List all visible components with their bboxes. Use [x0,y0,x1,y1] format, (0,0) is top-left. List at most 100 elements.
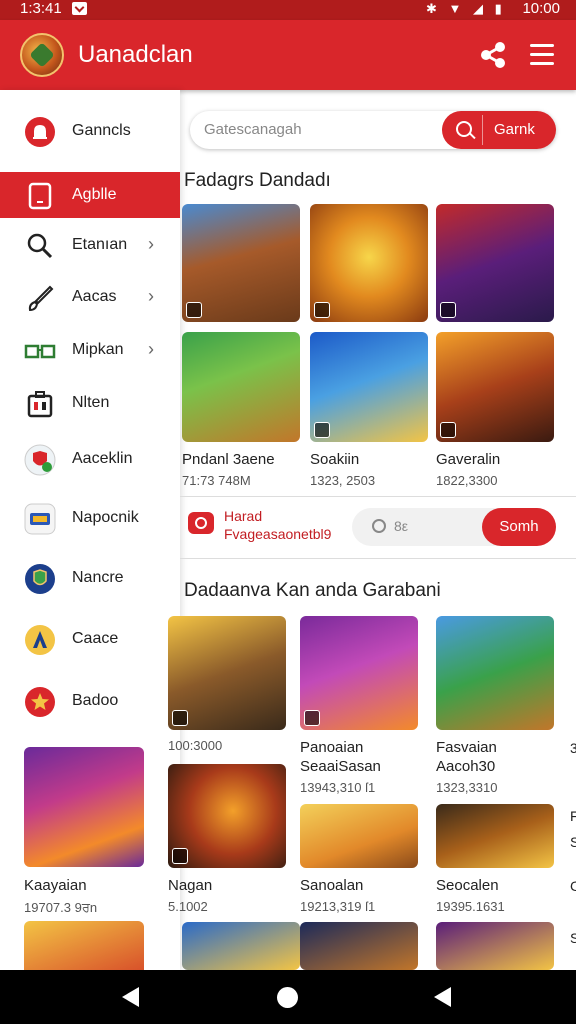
game-card[interactable]: Gaveralin 1822,3300 [436,332,554,488]
sidebar-item-aaceklin[interactable]: Aaceklin [0,436,180,482]
status-time-left: 1:3:41 [20,0,62,17]
game-thumbnail [182,922,300,970]
game-thumbnail [436,616,554,730]
game-thumbnail [300,922,418,970]
sidebar-item-etanian[interactable]: Etanıan › [0,222,180,268]
chevron-right-icon: › [148,339,154,359]
game-name: Kaayaian [24,877,87,894]
sidebar-item-napocnik[interactable]: Napocnik [0,495,180,541]
chevron-right-icon: › [148,234,154,254]
game-thumbnail [182,204,300,322]
sidebar-item-nancre[interactable]: Nancre [0,555,180,601]
search-icon [372,519,386,533]
promo-field-text: 8ε [394,518,409,534]
game-name: Fasvaian Aacoh30 [436,739,497,775]
notification-icon [72,2,87,15]
game-card[interactable]: Seocalen 19395.1631 [436,804,554,914]
game-card[interactable]: Pndanl 3aene 71:73 748M [182,332,300,488]
game-name: Panoaian SeaaiSasan [300,739,381,775]
bell-icon [25,117,55,147]
game-meta: 19213,319 ſ1 [300,899,376,914]
game-badge-icon [172,710,188,726]
game-badge-icon [172,848,188,864]
sidebar: Ganncls Agblle Etanıan › Aacas › Mipkan … [0,90,180,970]
a-logo-icon [25,625,55,655]
game-thumbnail [168,764,286,868]
game-card[interactable]: Sanoalan 19213,319 ſ1 [300,804,418,914]
game-card[interactable]: Panoaian SeaaiSasan 13943,310 ſ1 [300,616,418,795]
search-bar[interactable]: Gatescanagah Garnk [190,111,556,149]
game-thumbnail [436,204,554,322]
sidebar-item-nlten[interactable]: Nlten [0,380,180,426]
home-icon[interactable] [277,987,298,1008]
game-card[interactable]: Soakiin 1323, 2503 [310,332,428,488]
game-badge-icon [314,422,330,438]
game-badge-icon [186,302,202,318]
promo-icon [188,512,214,534]
game-meta: 13943,310 ſ1 [300,780,376,795]
game-thumbnail [24,747,144,867]
star-app-icon [25,687,55,717]
search-icon [27,233,53,259]
sidebar-item-ganncls[interactable]: Ganncls [0,108,180,154]
glasses-icon [24,344,56,359]
search-icon [456,121,472,137]
sidebar-item-label: Caace [72,630,119,647]
game-name: Gaveralin [436,451,501,468]
game-thumbnail [310,332,428,442]
section-title: Fadagrs Dandadı [184,170,331,191]
game-name: Nagan [168,877,213,894]
sidebar-item-badoo[interactable]: Badoo [0,678,180,724]
status-icons: ✱ ▼ ◢ ▮ [426,1,506,16]
game-name: Pndanl 3aene [182,451,275,468]
featured-game-card[interactable]: Kaayaian 19707.3 9ਰn [24,747,144,916]
share-icon[interactable] [478,40,508,70]
game-thumbnail [436,804,554,868]
promo-search-field[interactable]: 8ε Somh [352,508,556,546]
search-input[interactable]: Gatescanagah [204,121,302,138]
game-card[interactable] [182,922,300,970]
game-card[interactable] [310,204,428,322]
sidebar-item-label: Ganncls [72,122,131,139]
sidebar-item-mipkan[interactable]: Mipkan › [0,327,180,373]
game-thumbnail [436,922,554,970]
sidebar-item-label: Agblle [72,186,117,203]
game-meta: 100:3000 [168,738,223,753]
game-card[interactable] [300,922,418,970]
sidebar-item-label: Etanıan [72,236,128,253]
clipped-text: S [570,834,576,850]
game-card[interactable]: 100:3000 [168,616,286,753]
status-bar: 1:3:41 ✱ ▼ ◢ ▮ 10:00 [0,0,576,20]
sidebar-item-label: Napocnik [72,509,139,526]
game-badge-icon [440,302,456,318]
menu-icon[interactable] [530,44,554,66]
recent-icon[interactable] [434,987,451,1007]
game-name: Seocalen [436,877,499,894]
game-meta: 5.1002 [168,899,208,914]
sidebar-item-agblle[interactable]: Agblle [0,172,180,218]
promo-button[interactable]: Somh [482,508,556,546]
section-title: Dadaanva Kan anda Garabani [184,580,441,601]
search-button[interactable]: Garnk [442,111,556,149]
sidebar-item-aacas[interactable]: Aacas › [0,274,180,320]
shield-app-icon [24,444,56,476]
app-logo[interactable] [20,33,64,77]
sidebar-item-label: Nancre [72,569,124,586]
search-button-label: Garnk [494,121,535,138]
game-card[interactable]: Nagan 5.1002 [168,764,286,914]
sidebar-item-caace[interactable]: Caace [0,616,180,662]
sidebar-item-label: Mipkan [72,341,124,358]
sidebar-item-label: Nlten [72,394,110,411]
game-meta: 1323,3310 [436,780,498,795]
back-icon[interactable] [122,987,139,1007]
promo-subtitle: Fvageasaonetbl9 [224,526,332,542]
game-meta: 19395.1631 [436,899,505,914]
game-card[interactable]: Fasvaian Aacoh30 1323,3310 [436,616,554,795]
game-card[interactable] [182,204,300,322]
game-card[interactable] [436,922,554,970]
sidebar-item-label: Aaceklin [72,450,133,467]
game-card[interactable] [436,204,554,322]
game-badge-icon [440,422,456,438]
featured-game-card[interactable] [24,921,144,970]
brush-icon [28,285,54,312]
